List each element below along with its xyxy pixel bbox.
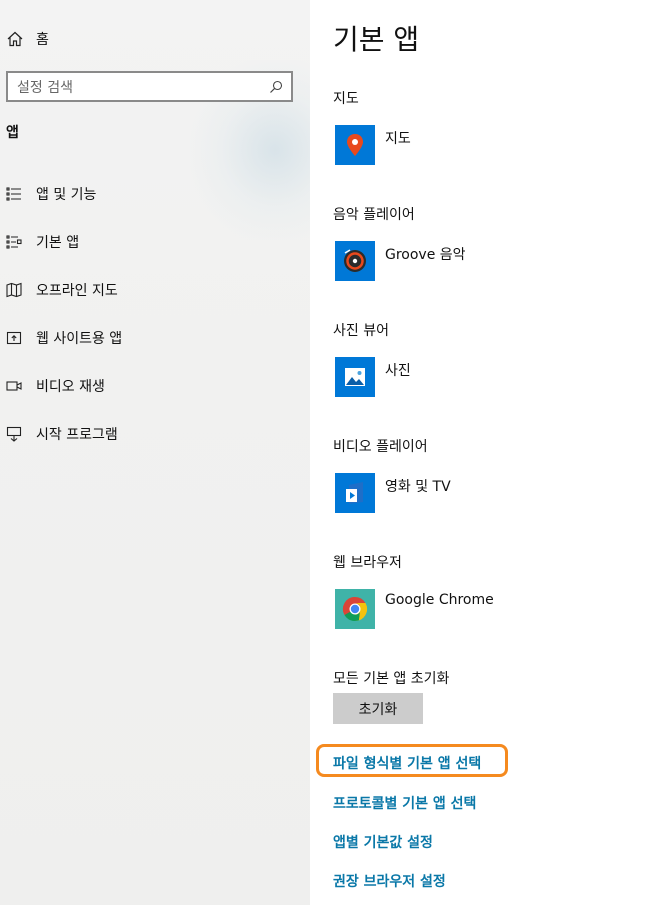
highlight-outline <box>316 744 508 777</box>
apps-for-websites-icon <box>6 330 22 346</box>
sidebar-item-label: 시작 프로그램 <box>36 427 118 443</box>
groove-music-icon <box>335 241 375 281</box>
movies-tv-icon <box>335 473 375 513</box>
sidebar-item-apps-features[interactable]: 앱 및 기능 <box>0 170 310 218</box>
reset-label: 모든 기본 앱 초기화 <box>333 671 450 687</box>
search-icon[interactable] <box>269 80 283 94</box>
chrome-icon <box>335 589 375 629</box>
sidebar-item-label: 오프라인 지도 <box>36 283 118 299</box>
startup-icon <box>6 426 22 442</box>
default-app-maps[interactable]: 지도 <box>335 125 411 165</box>
sidebar-item-label: 앱 및 기능 <box>36 187 97 203</box>
sidebar-item-startup[interactable]: 시작 프로그램 <box>0 410 310 458</box>
sidebar-item-label: 기본 앱 <box>36 235 80 251</box>
link-set-defaults-by-app[interactable]: 앱별 기본값 설정 <box>333 832 433 852</box>
sidebar-item-apps-for-websites[interactable]: 웹 사이트용 앱 <box>0 314 310 362</box>
home-icon <box>6 30 24 48</box>
settings-nav-pane: 홈 설정 검색 앱 앱 및 기능 기본 앱 오프라인 지도 웹 사이트용 앱 비… <box>0 0 310 905</box>
video-playback-icon <box>6 378 22 394</box>
sidebar-item-video-playback[interactable]: 비디오 재생 <box>0 362 310 410</box>
nav-home-label: 홈 <box>36 32 49 48</box>
app-name: 사진 <box>385 363 411 379</box>
photos-app-icon <box>335 357 375 397</box>
default-apps-icon <box>6 234 22 250</box>
app-name: Groove 음악 <box>385 247 466 263</box>
category-label-maps: 지도 <box>333 91 359 107</box>
category-label-photos: 사진 뷰어 <box>333 323 389 339</box>
link-choose-by-protocol[interactable]: 프로토콜별 기본 앱 선택 <box>333 793 476 813</box>
maps-app-icon <box>335 125 375 165</box>
sidebar-item-default-apps[interactable]: 기본 앱 <box>0 218 310 266</box>
category-label-browser: 웹 브라우저 <box>333 555 402 571</box>
link-recommended-browser[interactable]: 권장 브라우저 설정 <box>333 871 446 891</box>
category-label-video: 비디오 플레이어 <box>333 439 428 455</box>
default-app-video[interactable]: 영화 및 TV <box>335 473 451 513</box>
app-name: Google Chrome <box>385 592 494 608</box>
nav-list: 앱 및 기능 기본 앱 오프라인 지도 웹 사이트용 앱 비디오 재생 시작 프… <box>0 170 310 458</box>
app-name: 지도 <box>385 131 411 147</box>
section-label-apps: 앱 <box>6 125 19 141</box>
sidebar-item-offline-maps[interactable]: 오프라인 지도 <box>0 266 310 314</box>
search-input[interactable]: 설정 검색 <box>6 71 293 102</box>
default-app-photos[interactable]: 사진 <box>335 357 411 397</box>
apps-features-icon <box>6 186 22 202</box>
sidebar-item-label: 비디오 재생 <box>36 379 105 395</box>
app-name: 영화 및 TV <box>385 479 451 495</box>
nav-home[interactable]: 홈 <box>6 26 49 52</box>
sidebar-item-label: 웹 사이트용 앱 <box>36 331 123 347</box>
default-app-browser[interactable]: Google Chrome <box>335 589 494 629</box>
default-app-music[interactable]: Groove 음악 <box>335 241 466 281</box>
search-placeholder: 설정 검색 <box>17 79 73 96</box>
page-title: 기본 앱 <box>333 23 420 56</box>
category-label-music: 음악 플레이어 <box>333 207 415 223</box>
offline-maps-icon <box>6 282 22 298</box>
reset-button[interactable]: 초기화 <box>333 693 423 724</box>
